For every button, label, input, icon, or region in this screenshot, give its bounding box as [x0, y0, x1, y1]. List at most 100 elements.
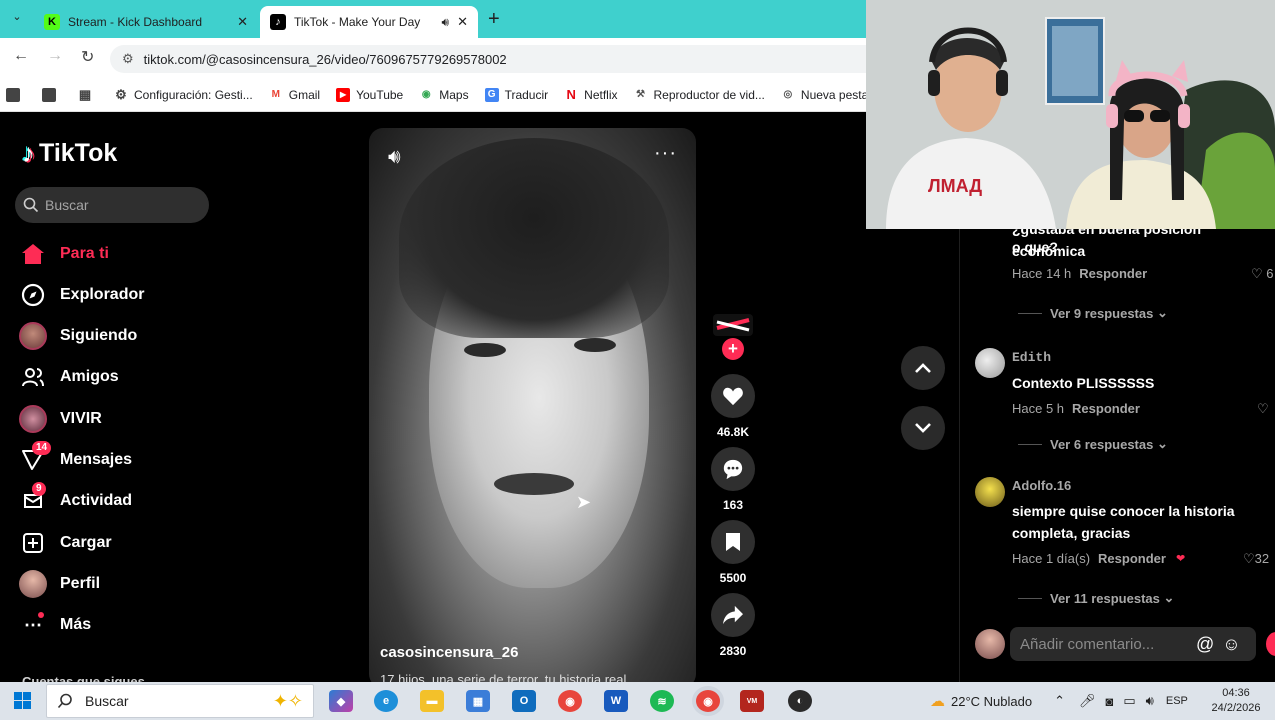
tab-search-icon[interactable]: ⌄ — [8, 10, 26, 28]
nav-perfil[interactable]: Perfil — [18, 568, 100, 600]
comment-input[interactable] — [1020, 635, 1190, 653]
bookmark-player[interactable]: ⚒ Reproductor de vid... — [634, 88, 765, 102]
commenter-avatar[interactable] — [975, 477, 1005, 507]
site-info-icon[interactable]: ⚙ — [122, 51, 134, 67]
close-tab-icon[interactable]: ✕ — [457, 14, 468, 30]
video-player[interactable] — [369, 128, 696, 688]
follow-button[interactable]: + — [722, 338, 744, 360]
apps-icon[interactable]: ▦ — [78, 87, 98, 102]
weather-icon[interactable]: ☁ — [930, 692, 945, 710]
copilot-icon[interactable]: ◆ — [329, 690, 353, 712]
comment-like[interactable]: ♡32 — [1243, 551, 1269, 567]
previous-video-button[interactable] — [901, 346, 945, 390]
mention-icon[interactable]: @ — [1196, 634, 1214, 655]
comment-icon — [723, 459, 743, 480]
windows-start-icon[interactable] — [14, 692, 31, 714]
bookmark-blank-1[interactable] — [6, 87, 26, 102]
file-explorer-icon[interactable]: ▬ — [420, 690, 444, 712]
bookmark-gmail[interactable]: M Gmail — [269, 88, 321, 102]
back-icon[interactable]: ← — [13, 47, 29, 65]
comment-like[interactable]: ♡ 6 — [1251, 266, 1274, 282]
tiktok-logo[interactable]: ♪ TikTok — [22, 138, 117, 169]
outlook-icon[interactable]: O — [512, 690, 536, 712]
word-icon[interactable]: W — [604, 690, 628, 712]
audio-playing-icon[interactable]: 🔊︎ — [442, 15, 450, 30]
weather-text[interactable]: 22°C Nublado — [951, 694, 1032, 709]
view-replies-button[interactable]: Ver 11 respuestas ⌄ — [1018, 590, 1174, 606]
reply-button[interactable]: Responder — [1079, 266, 1147, 281]
like-button[interactable] — [711, 374, 755, 418]
mic-icon[interactable]: 🎤︎ — [1079, 693, 1096, 709]
taskbar-search[interactable]: Buscar ✦✧ — [46, 684, 314, 718]
chrome-icon[interactable]: ◉ — [558, 690, 582, 712]
network-icon[interactable]: ▭ — [1123, 693, 1135, 709]
commenter-name[interactable]: Edith — [1012, 350, 1051, 365]
video-author[interactable]: casosincensura_26 — [380, 644, 518, 661]
clock[interactable]: 04:36 24/2/2026 — [1206, 686, 1266, 716]
language-indicator[interactable]: ESP — [1166, 695, 1188, 707]
emoji-icon[interactable]: ☺ — [1222, 634, 1240, 655]
volume-icon[interactable]: 🔊︎ — [388, 146, 401, 169]
comment-input-box[interactable]: @ ☺ — [1010, 627, 1256, 661]
video-options-icon[interactable]: ··· — [654, 142, 677, 165]
search-icon — [23, 197, 39, 213]
view-replies-button[interactable]: Ver 6 respuestas ⌄ — [1018, 436, 1168, 452]
bookmark-blank-2[interactable] — [42, 87, 62, 102]
address-bar[interactable]: ⚙ tiktok.com/@casosincensura_26/video/76… — [110, 45, 890, 73]
chrome-active-icon[interactable]: ◉ — [696, 690, 720, 712]
reply-button[interactable]: Responder — [1072, 401, 1140, 416]
view-replies-button[interactable]: Ver 9 respuestas ⌄ — [1018, 305, 1168, 321]
nav-cargar[interactable]: Cargar — [18, 527, 112, 559]
bookmark-youtube[interactable]: ▶ YouTube — [336, 87, 403, 102]
next-video-button[interactable] — [901, 406, 945, 450]
friends-icon — [18, 362, 48, 392]
bookmark-translate[interactable]: G Traducir — [484, 87, 548, 102]
commenter-name[interactable]: Adolfo.16 — [1012, 478, 1071, 493]
spotify-icon[interactable]: ≋ — [650, 690, 674, 712]
commenter-avatar[interactable] — [975, 348, 1005, 378]
search-bar[interactable] — [15, 187, 209, 223]
chevron-up-icon[interactable]: ⌃ — [1054, 693, 1065, 709]
tab-kick[interactable]: K Stream - Kick Dashboard ✕ — [34, 6, 258, 38]
nav-mas[interactable]: ⋯ Más — [18, 609, 91, 641]
tab-tiktok[interactable]: ♪ TikTok - Make Your Day 🔊︎ ✕ — [260, 6, 478, 38]
creator-liked-icon: ❤︎ — [1175, 553, 1186, 565]
creator-avatar[interactable] — [711, 310, 755, 340]
tab-title: Stream - Kick Dashboard — [68, 15, 203, 29]
reply-button[interactable]: Responder — [1098, 551, 1166, 566]
reload-icon[interactable]: ↻ — [81, 47, 94, 67]
comment-text: siempre quise conocer la historia — [1012, 503, 1235, 519]
webcam-feed: ЛМАД — [866, 0, 1275, 229]
forward-icon[interactable]: → — [47, 47, 63, 65]
store-icon[interactable]: ▦ — [466, 690, 490, 712]
comment-like[interactable]: ♡ — [1257, 401, 1269, 417]
comment-button[interactable] — [711, 447, 755, 491]
bookmark-settings[interactable]: ⚙ Configuración: Gesti... — [114, 87, 253, 102]
video-frame-hair — [399, 138, 669, 338]
nav-para-ti[interactable]: Para ti — [18, 238, 109, 270]
nav-siguiendo[interactable]: Siguiendo — [18, 320, 137, 352]
nav-actividad[interactable]: 9 Actividad — [18, 482, 132, 517]
live-icon — [18, 404, 48, 434]
chevron-down-icon — [915, 423, 931, 433]
bookmark-maps[interactable]: ◉ Maps — [419, 88, 469, 102]
close-tab-icon[interactable]: ✕ — [237, 14, 248, 30]
volume-icon[interactable]: 🔊︎ — [1146, 693, 1154, 709]
share-button[interactable] — [711, 593, 755, 637]
nav-amigos[interactable]: Amigos — [18, 361, 119, 393]
nav-mensajes[interactable]: 14 Mensajes — [18, 441, 132, 476]
bookmark-netflix[interactable]: N Netflix — [564, 87, 617, 102]
search-input[interactable] — [45, 197, 195, 213]
save-button[interactable] — [711, 520, 755, 564]
voicemeeter-icon[interactable]: VM — [740, 690, 764, 712]
kick-icon: K — [44, 14, 60, 30]
netflix-icon: N — [566, 87, 576, 102]
nav-explorador[interactable]: Explorador — [18, 279, 144, 311]
obs-icon[interactable]: ◐ — [788, 690, 812, 712]
camera-icon[interactable]: ◙ — [1106, 694, 1114, 709]
tiktok-note-icon: ♪ — [22, 138, 35, 168]
following-avatar-icon — [18, 321, 48, 351]
nav-vivir[interactable]: VIVIR — [18, 403, 102, 435]
new-tab-button[interactable]: + — [488, 8, 500, 31]
edge-icon[interactable]: e — [374, 690, 398, 712]
